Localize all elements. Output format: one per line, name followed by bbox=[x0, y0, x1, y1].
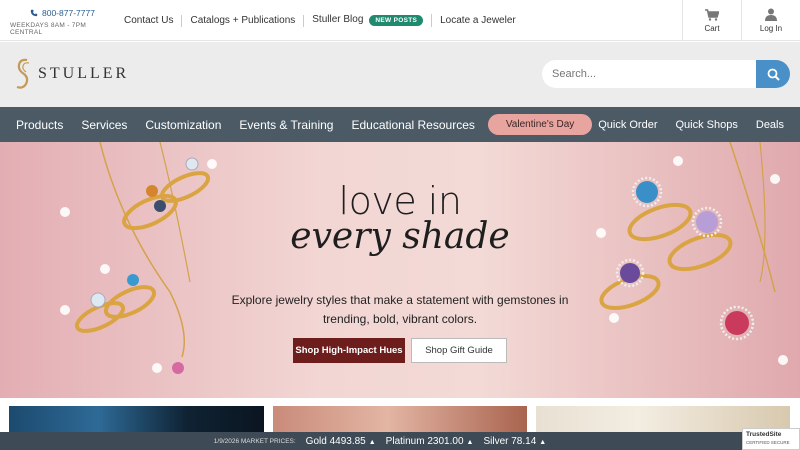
main-nav: Products Services Customization Events &… bbox=[0, 107, 800, 142]
search-bar bbox=[542, 60, 790, 88]
nav-services[interactable]: Services bbox=[72, 118, 136, 132]
new-posts-badge[interactable]: NEW POSTS bbox=[369, 15, 424, 26]
shop-gift-guide-button[interactable]: Shop Gift Guide bbox=[411, 338, 507, 363]
hero-title-line2: every shade bbox=[290, 216, 510, 257]
user-icon bbox=[765, 8, 777, 21]
market-prices-label: 1/9/2026 MARKET PRICES: bbox=[213, 437, 296, 445]
hero-banner[interactable]: love in every shade Explore jewelry styl… bbox=[0, 142, 800, 398]
nav-customization[interactable]: Customization bbox=[136, 118, 230, 132]
contact-us-link[interactable]: Contact Us bbox=[124, 14, 183, 27]
nav-quick-shops[interactable]: Quick Shops bbox=[667, 119, 747, 131]
nav-events-training[interactable]: Events & Training bbox=[230, 118, 342, 132]
phone-icon bbox=[30, 9, 38, 17]
market-prices-ticker: 1/9/2026 MARKET PRICES: Gold 4493.85 ▲ Pl… bbox=[0, 432, 800, 450]
platinum-price-value: Platinum 2301.00 bbox=[385, 435, 464, 447]
cart-button[interactable]: Cart bbox=[682, 0, 741, 41]
cart-icon bbox=[705, 8, 719, 21]
cart-label[interactable]: Cart bbox=[704, 24, 719, 33]
promo-card-2[interactable] bbox=[273, 406, 527, 432]
phone-link[interactable]: 800-877-7777 bbox=[10, 8, 120, 18]
contact-phone-block: 800-877-7777 WEEKDAYS 8AM - 7PM CENTRAL bbox=[10, 8, 120, 36]
locate-jeweler-link[interactable]: Locate a Jeweler bbox=[432, 15, 524, 27]
logo-wordmark[interactable]: STULLER bbox=[38, 65, 129, 83]
business-hours: WEEKDAYS 8AM - 7PM CENTRAL bbox=[10, 22, 87, 36]
gold-price: Gold 4493.85 ▲ bbox=[306, 436, 376, 447]
search-icon bbox=[767, 68, 780, 81]
promo-card-1[interactable] bbox=[9, 406, 264, 432]
nav-quick-links: Quick Order Quick Shops Deals bbox=[589, 119, 800, 131]
utility-links: Contact Us Catalogs + Publications Stull… bbox=[124, 14, 524, 27]
login-button[interactable]: Log In bbox=[741, 0, 800, 41]
search-button[interactable] bbox=[756, 60, 790, 88]
trustedsite-subtitle: CERTIFIED SECURE bbox=[746, 440, 790, 445]
account-actions: Cart Log In bbox=[682, 0, 800, 41]
platinum-up-arrow-icon: ▲ bbox=[466, 438, 474, 446]
blog-link-label[interactable]: Stuller Blog bbox=[312, 14, 363, 25]
stuller-logo-mark-icon bbox=[16, 58, 30, 89]
nav-educational-resources[interactable]: Educational Resources bbox=[342, 118, 483, 132]
phone-number[interactable]: 800-877-7777 bbox=[42, 8, 95, 18]
catalogs-link[interactable]: Catalogs + Publications bbox=[182, 14, 305, 27]
stuller-logo[interactable]: STULLER bbox=[14, 57, 129, 91]
silver-up-arrow-icon: ▲ bbox=[539, 438, 547, 446]
trustedsite-title: TrustedSite bbox=[746, 431, 782, 438]
utility-bar: 800-877-7777 WEEKDAYS 8AM - 7PM CENTRAL … bbox=[0, 0, 800, 41]
trustedsite-badge[interactable]: TrustedSite CERTIFIED SECURE bbox=[742, 428, 800, 450]
gold-price-value: Gold 4493.85 bbox=[305, 435, 366, 447]
gold-up-arrow-icon: ▲ bbox=[368, 438, 376, 446]
hero-description: Explore jewelry styles that make a state… bbox=[231, 293, 569, 326]
nav-products[interactable]: Products bbox=[0, 118, 72, 132]
search-input[interactable] bbox=[542, 60, 756, 88]
silver-price-value: Silver 78.14 bbox=[483, 435, 537, 447]
silver-price: Silver 78.14 ▲ bbox=[483, 436, 546, 447]
nav-quick-order[interactable]: Quick Order bbox=[589, 119, 666, 131]
nav-valentines-day-button[interactable]: Valentine's Day bbox=[487, 114, 593, 135]
nav-deals[interactable]: Deals bbox=[747, 119, 800, 131]
platinum-price: Platinum 2301.00 ▲ bbox=[386, 436, 474, 447]
shop-high-impact-hues-button[interactable]: Shop High-Impact Hues bbox=[293, 338, 405, 363]
login-label[interactable]: Log In bbox=[760, 24, 782, 33]
blog-link[interactable]: Stuller Blog NEW POSTS bbox=[304, 14, 433, 27]
header-bar: STULLER bbox=[0, 42, 800, 107]
